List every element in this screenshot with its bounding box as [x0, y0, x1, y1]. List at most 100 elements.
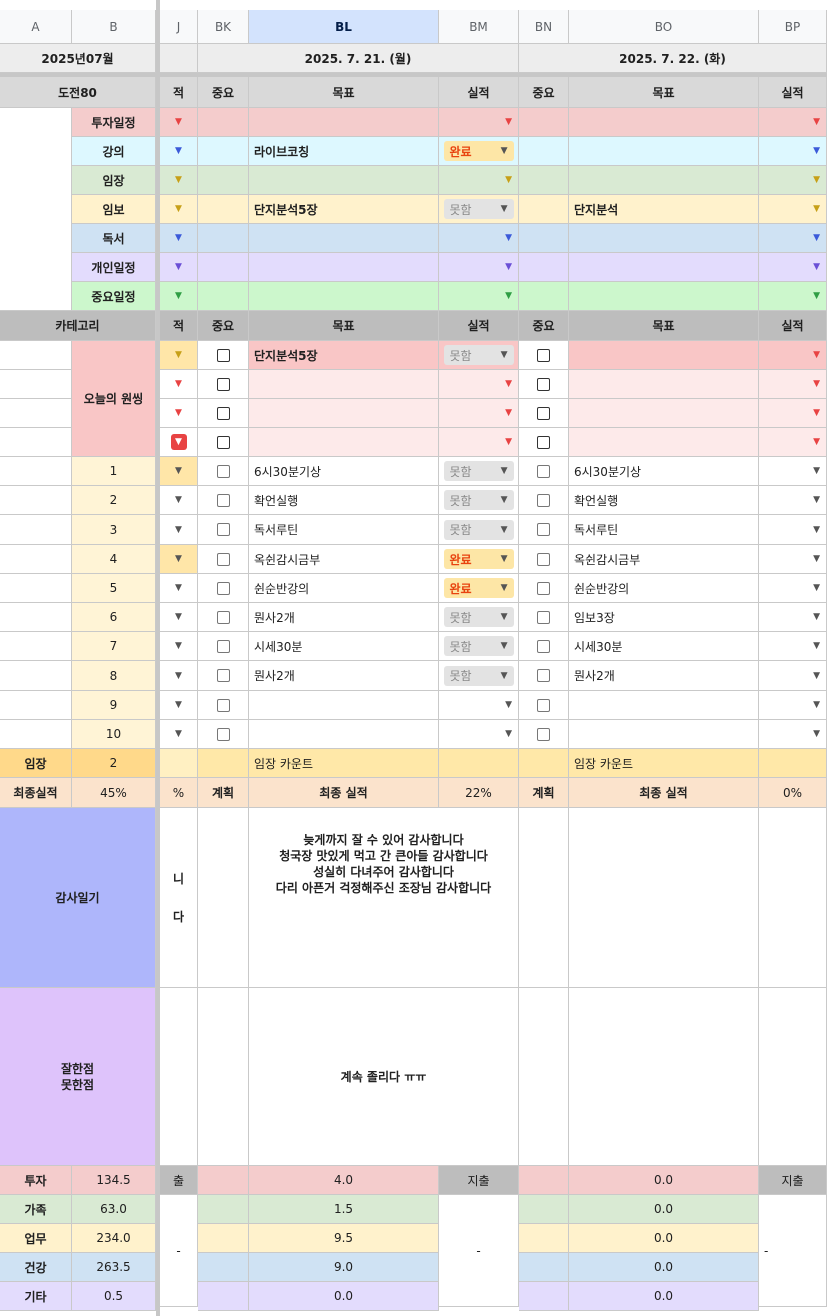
cell[interactable]: [519, 224, 569, 253]
month-label[interactable]: 2025년07월: [0, 44, 156, 73]
category-header[interactable]: 카테고리: [0, 311, 156, 341]
cell[interactable]: [0, 428, 72, 457]
checkbox-cell[interactable]: [519, 661, 569, 691]
dropdown-arrow-icon[interactable]: ▼: [813, 175, 820, 185]
cell[interactable]: [0, 632, 72, 661]
schedule-goal-0721[interactable]: [249, 108, 439, 137]
one-thing-result-0721[interactable]: ▼: [439, 428, 519, 457]
cell[interactable]: [0, 574, 72, 603]
schedule-category[interactable]: 중요일정: [72, 282, 156, 311]
cell[interactable]: [0, 661, 72, 691]
goal-header[interactable]: 목표: [569, 311, 759, 341]
checkbox[interactable]: [216, 406, 230, 420]
dropdown-cell[interactable]: ▼: [160, 574, 198, 603]
one-thing-result-0721[interactable]: ▼: [439, 370, 519, 399]
date-header-0722[interactable]: 2025. 7. 22. (화): [519, 44, 827, 73]
final-result-label[interactable]: 최종 실적: [249, 778, 439, 808]
dropdown-arrow-icon[interactable]: ▼: [813, 262, 820, 272]
dropdown-cell[interactable]: ▼: [160, 661, 198, 691]
task-result-0722[interactable]: ▼: [759, 574, 827, 603]
cell[interactable]: [198, 195, 249, 224]
checkbox-cell[interactable]: [519, 691, 569, 720]
dropdown-arrow-icon[interactable]: ▼: [505, 700, 512, 710]
checkbox-cell[interactable]: [519, 574, 569, 603]
cell[interactable]: [519, 1195, 569, 1224]
cell[interactable]: [519, 808, 569, 988]
summary-value-0722[interactable]: 0.0: [569, 1224, 759, 1253]
summary-total[interactable]: 134.5: [72, 1166, 156, 1195]
one-thing-result-0721[interactable]: 못함 ▼: [439, 341, 519, 370]
dropdown-arrow-icon[interactable]: ▼: [505, 437, 512, 447]
column-header-bl[interactable]: BL: [249, 10, 439, 44]
column-header-bj[interactable]: J: [160, 10, 198, 44]
dropdown-arrow-icon[interactable]: ▼: [813, 700, 820, 710]
checkbox[interactable]: [537, 464, 550, 478]
task-number[interactable]: 5: [72, 574, 156, 603]
task-goal-0722[interactable]: 독서루틴: [569, 515, 759, 545]
final-result-0721[interactable]: 22%: [439, 778, 519, 808]
dropdown-arrow-icon[interactable]: ▼: [813, 291, 820, 301]
checkbox[interactable]: [537, 552, 550, 566]
task-result-0721[interactable]: 완료 ▼: [439, 545, 519, 574]
schedule-result-0721[interactable]: ▼: [439, 282, 519, 311]
column-header-bn[interactable]: BN: [519, 10, 569, 44]
expense-label[interactable]: 지출: [439, 1166, 519, 1195]
cell[interactable]: [0, 603, 72, 632]
checkbox-cell[interactable]: [198, 457, 249, 486]
cell[interactable]: [519, 195, 569, 224]
dropdown-arrow-icon[interactable]: ▼: [175, 204, 182, 214]
task-goal-0721[interactable]: 쉰순반강의: [249, 574, 439, 603]
cell[interactable]: [519, 988, 569, 1166]
summary-category[interactable]: 투자: [0, 1166, 72, 1195]
schedule-goal-0721[interactable]: [249, 282, 439, 311]
task-goal-0722[interactable]: 쉰순반강의: [569, 574, 759, 603]
checkbox[interactable]: [537, 610, 550, 624]
dropdown-cell[interactable]: ▼: [160, 486, 198, 515]
task-result-0721[interactable]: 못함 ▼: [439, 632, 519, 661]
checkbox[interactable]: [537, 698, 550, 712]
final-label[interactable]: 최종실적: [0, 778, 72, 808]
result-header[interactable]: 실적: [439, 77, 519, 108]
summary-category[interactable]: 기타: [0, 1282, 72, 1311]
dropdown-arrow-icon[interactable]: ▼: [175, 554, 182, 564]
one-thing-result-0722[interactable]: ▼: [759, 341, 827, 370]
dropdown-arrow-icon[interactable]: ▼: [175, 525, 182, 535]
dropdown-arrow-icon[interactable]: ▼: [813, 408, 820, 418]
summary-value-0722[interactable]: 0.0: [569, 1253, 759, 1282]
dropdown-cell[interactable]: ▼: [160, 370, 198, 399]
schedule-result-0722[interactable]: ▼: [759, 224, 827, 253]
summary-value-0721[interactable]: 1.5: [249, 1195, 439, 1224]
task-result-0722[interactable]: ▼: [759, 486, 827, 515]
task-number[interactable]: 8: [72, 661, 156, 691]
dropdown-arrow-icon[interactable]: ▼: [813, 583, 820, 593]
dropdown-arrow-icon[interactable]: ▼: [813, 612, 820, 622]
cell[interactable]: [0, 545, 72, 574]
dropdown-cell[interactable]: ▼: [160, 691, 198, 720]
schedule-goal-0722[interactable]: [569, 108, 759, 137]
dropdown-cell[interactable]: ▼: [160, 253, 198, 282]
dropdown-arrow-icon[interactable]: ▼: [813, 379, 820, 389]
task-number[interactable]: 9: [72, 691, 156, 720]
dropdown-cell[interactable]: ▼: [160, 137, 198, 166]
checkbox-cell[interactable]: [519, 341, 569, 370]
status-chip[interactable]: 완료 ▼: [443, 578, 514, 598]
dropdown-arrow-icon[interactable]: ▼: [813, 117, 820, 127]
column-header-b[interactable]: B: [72, 10, 156, 44]
goal-header[interactable]: 목표: [569, 77, 759, 108]
task-goal-0722[interactable]: 확언실행: [569, 486, 759, 515]
one-thing-goal-0722[interactable]: [569, 399, 759, 428]
cell[interactable]: [198, 749, 249, 778]
schedule-category[interactable]: 개인일정: [72, 253, 156, 282]
cell[interactable]: 적: [160, 77, 198, 108]
cell[interactable]: [0, 399, 72, 428]
importance-header[interactable]: 중요: [519, 311, 569, 341]
schedule-result-0721[interactable]: 완료 ▼: [439, 137, 519, 166]
schedule-goal-0722[interactable]: [569, 137, 759, 166]
dropdown-cell[interactable]: ▼: [160, 545, 198, 574]
status-chip[interactable]: 완료 ▼: [443, 141, 514, 161]
schedule-result-0721[interactable]: ▼: [439, 108, 519, 137]
dropdown-cell[interactable]: ▼: [160, 632, 198, 661]
schedule-goal-0722[interactable]: [569, 224, 759, 253]
cell[interactable]: [198, 137, 249, 166]
dropdown-cell[interactable]: ▼: [160, 282, 198, 311]
